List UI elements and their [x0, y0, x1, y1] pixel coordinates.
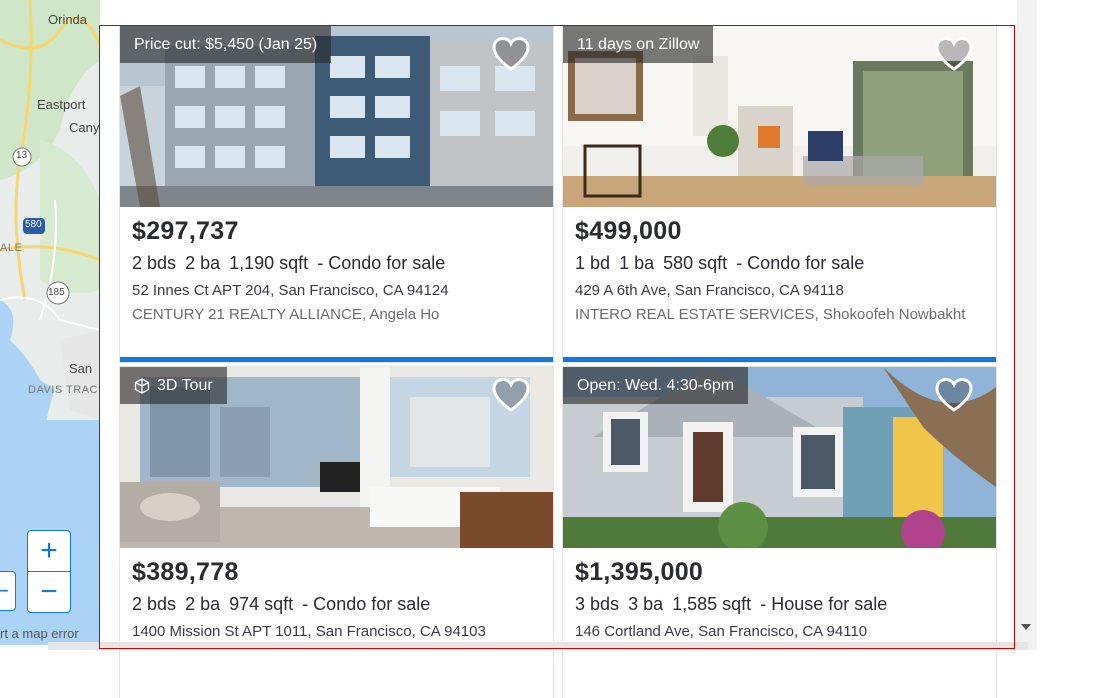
listing-address[interactable]: 52 Innes Ct APT 204, San Francisco, CA 9… [132, 282, 541, 299]
map-label-san: San [69, 361, 93, 376]
listing-facts: 2 bds 2 ba 974 sqft - Condo for sale [132, 594, 541, 615]
listing-sqft: 974 sqft [229, 594, 294, 614]
map-shield-185: 185 [48, 287, 65, 298]
listing-sqft: 580 sqft [663, 253, 728, 273]
heart-icon[interactable] [491, 377, 531, 413]
map-shield-580: 580 [25, 219, 42, 230]
listing-facts: 2 bds 2 ba 1,190 sqft - Condo for sale [132, 253, 541, 274]
map-label-ale: ALE [0, 242, 23, 254]
listing-baths: 3 ba [628, 594, 664, 614]
listing-beds: 1 bd [575, 253, 611, 273]
zoom-in-button[interactable]: + [28, 531, 70, 571]
listing-badge-text: Price cut: $5,450 (Jan 25) [134, 35, 318, 53]
listing-type: - Condo for sale [302, 594, 431, 614]
listing-card[interactable]: Price cut: $5,450 (Jan 25) $297,737 2 bd… [120, 26, 553, 362]
listing-broker: INTERO REAL ESTATE SERVICES, Shokoofeh N… [575, 306, 966, 323]
listing-beds: 2 bds [132, 253, 177, 273]
map-label-eastport: Eastport [37, 97, 86, 112]
map-draw-icon: ⌐ [0, 578, 9, 603]
listing-baths: 1 ba [619, 253, 655, 273]
cube-icon [134, 377, 150, 394]
listing-address[interactable]: 1400 Mission St APT 1011, San Francisco,… [132, 623, 541, 640]
listing-badge-text: 11 days on Zillow [577, 35, 700, 53]
listing-price[interactable]: $1,395,000 [575, 558, 984, 587]
map-label-davis-tract: DAVIS TRAC [28, 384, 98, 396]
map-label-cany: Cany [69, 120, 100, 135]
listing-photo[interactable]: Price cut: $5,450 (Jan 25) [120, 26, 553, 207]
listing-badge: Price cut: $5,450 (Jan 25) [120, 26, 332, 63]
listing-photo[interactable]: 11 days on Zillow [563, 26, 996, 207]
listing-address[interactable]: 146 Cortland Ave, San Francisco, CA 9411… [575, 623, 984, 640]
zoom-control: + − [27, 530, 71, 613]
listing-beds: 3 bds [575, 594, 620, 614]
listing-facts: 3 bds 3 ba 1,585 sqft - House for sale [575, 594, 984, 615]
report-map-error-link[interactable]: rt a map error [0, 626, 79, 641]
heart-icon[interactable] [934, 36, 974, 72]
scroll-down-arrow-icon[interactable] [1021, 624, 1031, 630]
listing-price[interactable]: $499,000 [575, 217, 984, 246]
listing-type: - House for sale [760, 594, 888, 614]
zoom-out-button[interactable]: − [28, 571, 70, 612]
horizontal-scrollbar[interactable] [48, 642, 1028, 650]
listing-facts: 1 bd 1 ba 580 sqft - Condo for sale [575, 253, 984, 274]
map-panel[interactable]: Orinda Eastport Cany ALE San DAVIS TRAC … [0, 0, 100, 645]
listing-price[interactable]: $297,737 [132, 217, 541, 246]
map-draw-button[interactable]: ⌐ [0, 571, 16, 611]
vertical-scrollbar[interactable] [1017, 0, 1037, 650]
listing-broker: CENTURY 21 REALTY ALLIANCE, Angela Ho [132, 306, 440, 323]
listing-photo[interactable]: Open: Wed. 4:30-6pm [563, 367, 996, 548]
heart-icon[interactable] [934, 377, 974, 413]
listing-price[interactable]: $389,778 [132, 558, 541, 587]
listing-sqft: 1,585 sqft [672, 594, 752, 614]
listing-badge-text: Open: Wed. 4:30-6pm [577, 376, 735, 394]
map-shield-13: 13 [16, 150, 28, 161]
listing-sqft: 1,190 sqft [229, 253, 309, 273]
listing-address[interactable]: 429 A 6th Ave, San Francisco, CA 94118 [575, 282, 984, 299]
listing-badge: 11 days on Zillow [563, 26, 714, 63]
listing-photo[interactable]: 3D Tour [120, 367, 553, 548]
listing-card[interactable]: 11 days on Zillow $499,000 1 bd 1 ba 580… [563, 26, 996, 362]
listing-badge: Open: Wed. 4:30-6pm [563, 367, 749, 404]
heart-icon[interactable] [491, 36, 531, 72]
listing-baths: 2 ba [185, 253, 221, 273]
map-label-orinda: Orinda [48, 12, 88, 27]
listing-beds: 2 bds [132, 594, 177, 614]
listing-baths: 2 ba [185, 594, 221, 614]
listing-type: - Condo for sale [317, 253, 446, 273]
listing-badge-text: 3D Tour [157, 376, 213, 394]
listing-type: - Condo for sale [736, 253, 865, 273]
listing-badge: 3D Tour [120, 367, 227, 404]
